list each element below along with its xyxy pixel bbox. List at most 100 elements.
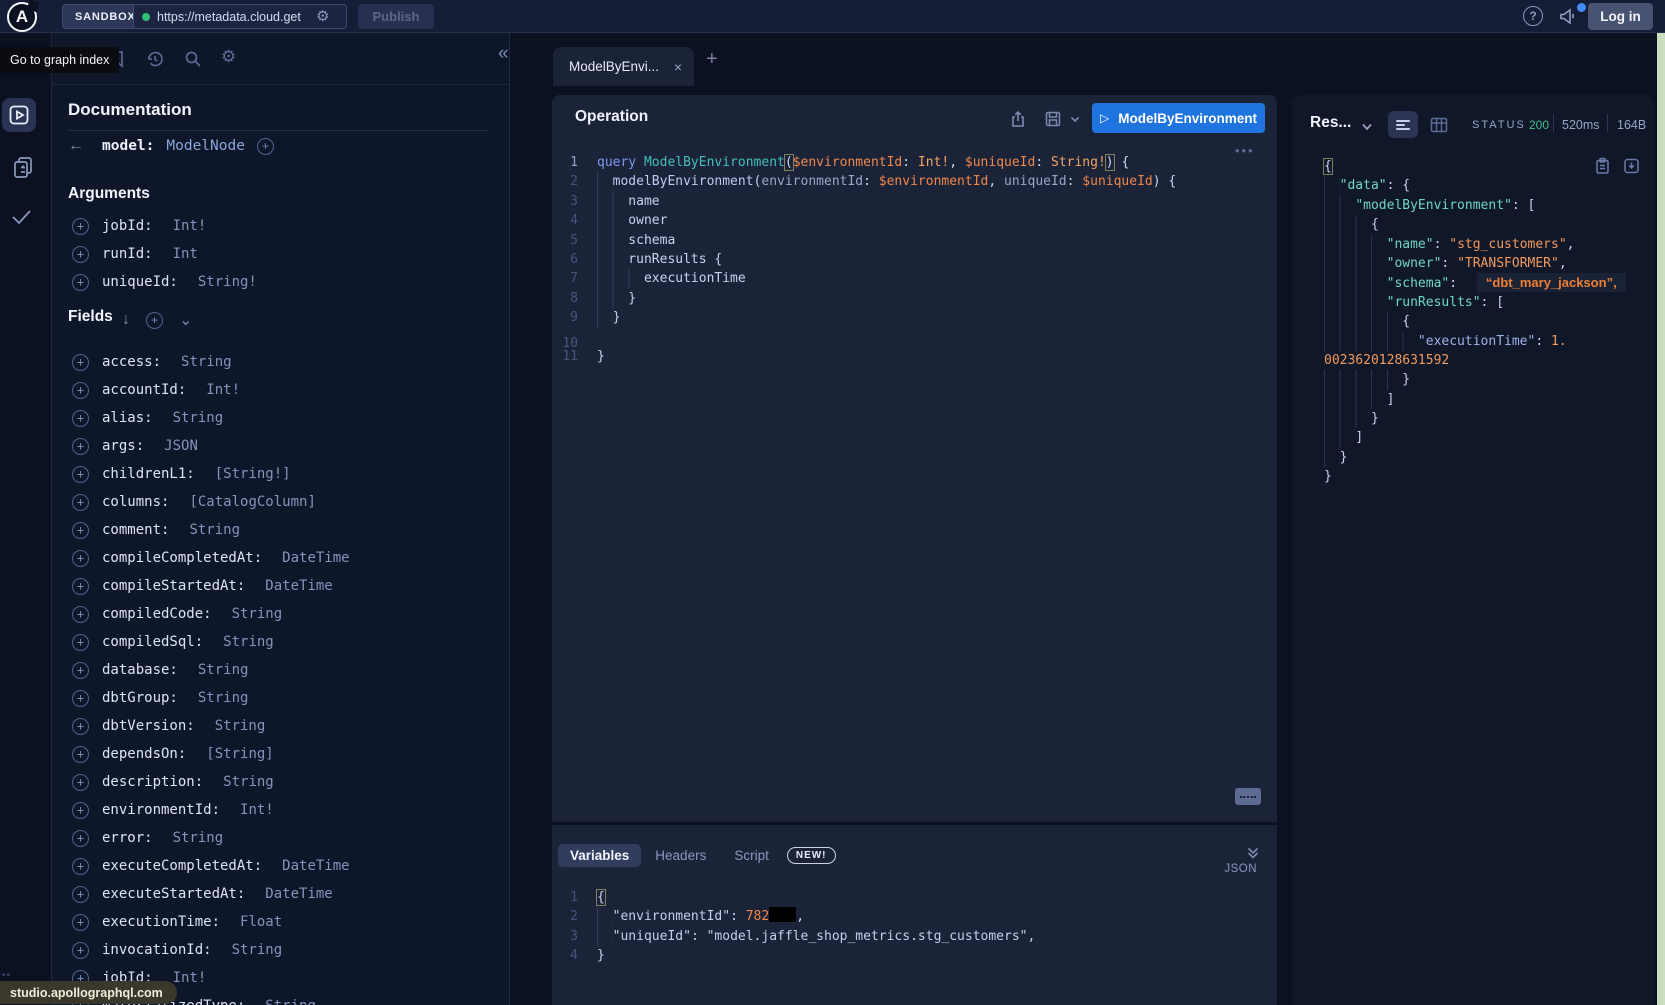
doc-field-row[interactable]: +accountId:Int! xyxy=(52,376,510,404)
field-type[interactable]: DateTime xyxy=(282,858,349,874)
sort-fields-icon[interactable]: ↓ xyxy=(122,311,130,329)
tab-variables[interactable]: Variables xyxy=(558,844,641,867)
response-json-line[interactable]: } xyxy=(1292,467,1654,486)
field-name[interactable]: compiledCode: xyxy=(102,606,212,622)
endpoint-url-text[interactable]: https://metadata.cloud.get xyxy=(157,10,309,24)
add-field-to-operation-icon[interactable]: + xyxy=(72,382,89,399)
operation-code-line[interactable]: 4 owner xyxy=(552,211,1277,230)
field-type[interactable]: Float xyxy=(240,914,282,930)
doc-field-row[interactable]: +invocationId:String xyxy=(52,936,510,964)
response-json-line[interactable]: "name": "stg_customers", xyxy=(1292,235,1654,254)
add-field-to-operation-icon[interactable]: + xyxy=(72,550,89,567)
field-name[interactable]: runId: xyxy=(102,246,153,262)
doc-field-row[interactable]: + args: JSON xyxy=(52,432,510,460)
response-json-line[interactable]: "data": { xyxy=(1292,176,1654,195)
field-name[interactable]: alias: xyxy=(102,410,153,426)
field-name[interactable]: error: xyxy=(102,830,153,846)
search-icon[interactable] xyxy=(184,50,202,68)
doc-field-row[interactable]: +dbtGroup:String xyxy=(52,684,510,712)
field-name[interactable]: comment: xyxy=(102,522,169,538)
add-field-to-operation-icon[interactable]: + xyxy=(72,274,89,291)
field-name[interactable]: dbtGroup: xyxy=(102,690,178,706)
add-field-to-operation-icon[interactable]: + xyxy=(72,438,89,455)
breadcrumb-type-link[interactable]: ModelNode xyxy=(166,138,245,154)
tab-title[interactable]: ModelByEnvi... xyxy=(569,59,659,74)
collapse-variables-icon[interactable] xyxy=(1245,845,1261,861)
close-tab-icon[interactable]: × xyxy=(674,59,682,75)
field-type[interactable]: String xyxy=(223,634,274,650)
add-field-to-operation-icon[interactable]: + xyxy=(72,718,89,735)
doc-field-row[interactable]: + runId: Int xyxy=(52,240,510,268)
operation-code-line[interactable]: 3 name xyxy=(552,192,1277,211)
panel-divider[interactable] xyxy=(552,822,1277,825)
operation-tab[interactable]: ModelByEnvi... × xyxy=(553,47,694,86)
add-field-to-operation-icon[interactable]: + xyxy=(72,746,89,763)
response-json-line[interactable]: } xyxy=(1292,409,1654,428)
field-name[interactable]: environmentId: xyxy=(102,802,220,818)
operation-code-line[interactable]: 5 schema xyxy=(552,231,1277,250)
response-json-line[interactable]: ] xyxy=(1292,390,1654,409)
doc-field-row[interactable]: +jobId:Int! xyxy=(52,212,510,240)
doc-field-row[interactable]: +executeCompletedAt:DateTime xyxy=(52,852,510,880)
doc-field-row[interactable]: +columns:[CatalogColumn] xyxy=(52,488,510,516)
response-json-line[interactable]: "runResults": [ xyxy=(1292,293,1654,312)
variables-editor[interactable]: 1{2 "environmentId": 782,3 "uniqueId": "… xyxy=(552,888,1277,966)
fields-options-chevron-icon[interactable]: ⌄ xyxy=(179,310,192,330)
response-dropdown-chevron-icon[interactable] xyxy=(1360,120,1374,134)
add-field-to-operation-icon[interactable]: + xyxy=(72,522,89,539)
add-field-to-operation-icon[interactable]: + xyxy=(72,662,89,679)
response-json-line[interactable]: } xyxy=(1292,370,1654,389)
add-field-to-operation-icon[interactable]: + xyxy=(72,606,89,623)
add-all-fields-icon[interactable]: + xyxy=(146,312,163,329)
tab-script[interactable]: Script xyxy=(720,844,783,867)
response-json-line[interactable]: { xyxy=(1292,157,1654,176)
field-name[interactable]: executionTime: xyxy=(102,914,220,930)
variables-code-line[interactable]: 2 "environmentId": 782, xyxy=(552,907,1277,926)
doc-field-row[interactable]: +comment:String xyxy=(52,516,510,544)
add-tab-icon[interactable]: + xyxy=(706,48,718,71)
add-field-to-operation-icon[interactable]: + xyxy=(72,246,89,263)
field-type[interactable]: String xyxy=(198,662,249,678)
doc-field-row[interactable]: +dbtVersion:String xyxy=(52,712,510,740)
field-name[interactable]: compileStartedAt: xyxy=(102,578,245,594)
doc-field-row[interactable]: + alias: String xyxy=(52,404,510,432)
response-json-line[interactable]: ] xyxy=(1292,428,1654,447)
doc-field-row[interactable]: +executeStartedAt:DateTime xyxy=(52,880,510,908)
response-json-line[interactable]: "modelByEnvironment": [ xyxy=(1292,196,1654,215)
doc-field-row[interactable]: +childrenL1:[String!] xyxy=(52,460,510,488)
back-arrow-icon[interactable]: ← xyxy=(68,137,84,155)
field-type[interactable]: String xyxy=(198,690,249,706)
field-type[interactable]: [CatalogColumn] xyxy=(189,494,315,510)
response-json-line[interactable]: "owner": "TRANSFORMER", xyxy=(1292,254,1654,273)
doc-field-row[interactable]: +compiledCode:String xyxy=(52,600,510,628)
save-options-chevron-icon[interactable] xyxy=(1069,113,1081,125)
field-type[interactable]: DateTime xyxy=(265,578,332,594)
operation-code-line[interactable]: 11} xyxy=(552,347,1277,366)
field-type[interactable]: DateTime xyxy=(265,886,332,902)
field-type[interactable]: JSON xyxy=(164,438,198,454)
field-name[interactable]: executeStartedAt: xyxy=(102,886,245,902)
save-icon[interactable] xyxy=(1044,110,1062,128)
response-json-viewer[interactable]: { "data": { "modelByEnvironment": [ { "n… xyxy=(1292,157,1654,487)
field-name[interactable]: uniqueId: xyxy=(102,274,178,290)
field-type[interactable]: String xyxy=(173,410,224,426)
field-type[interactable]: Int xyxy=(173,246,198,262)
keyboard-shortcuts-icon[interactable] xyxy=(1235,788,1261,805)
field-type[interactable]: [String!] xyxy=(215,466,291,482)
schema-pages-icon[interactable] xyxy=(11,155,35,181)
doc-field-row[interactable]: +compileCompletedAt:DateTime xyxy=(52,544,510,572)
add-field-to-operation-icon[interactable]: + xyxy=(72,578,89,595)
field-name[interactable]: dependsOn: xyxy=(102,746,186,762)
operation-editor[interactable]: 1query ModelByEnvironment($environmentId… xyxy=(552,153,1277,366)
add-field-to-operation-icon[interactable]: + xyxy=(72,218,89,235)
response-json-line[interactable]: } xyxy=(1292,448,1654,467)
field-type[interactable]: Int! xyxy=(206,382,240,398)
add-field-to-operation-icon[interactable]: + xyxy=(72,410,89,427)
field-name[interactable]: args: xyxy=(102,438,144,454)
checks-icon[interactable] xyxy=(9,206,33,228)
field-type[interactable]: String xyxy=(223,774,274,790)
response-json-line[interactable]: "executionTime": 1. xyxy=(1292,332,1654,351)
add-field-to-operation-icon[interactable]: + xyxy=(72,634,89,651)
doc-field-row[interactable]: +compiledSql:String xyxy=(52,628,510,656)
field-type[interactable]: String xyxy=(232,942,283,958)
